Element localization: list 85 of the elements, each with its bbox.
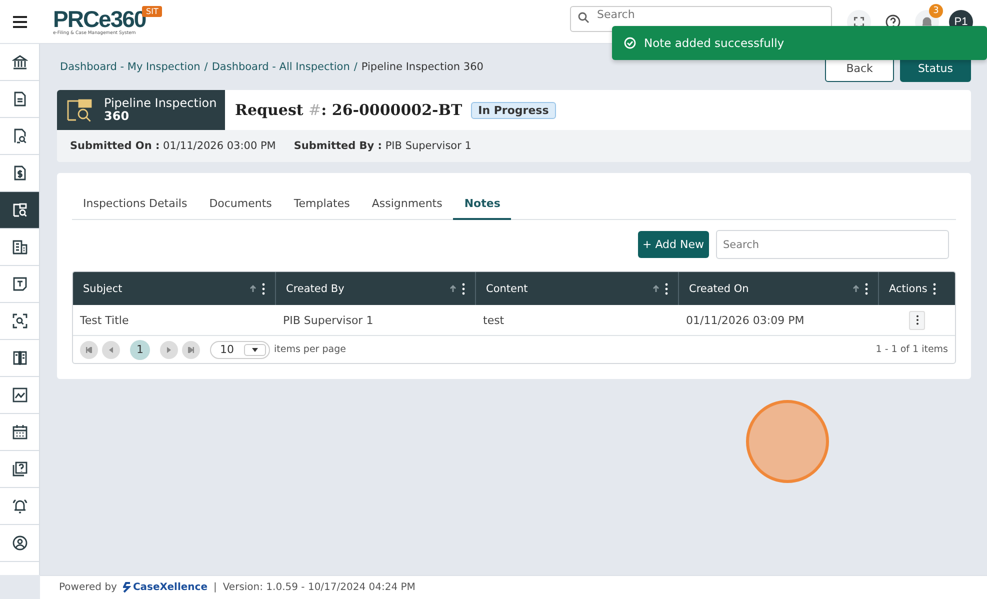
chart-icon — [12, 387, 28, 403]
column-header[interactable]: Created On — [679, 272, 879, 305]
tab[interactable]: Inspections Details — [72, 189, 198, 220]
next-page-icon — [167, 346, 171, 352]
request-title: Request #: 26-0000002-BT — [235, 101, 462, 119]
building-icon — [12, 239, 28, 255]
sort-arrow-icon — [250, 285, 256, 292]
submitted-info: Submitted By : PIB Supervisor 1 — [294, 140, 472, 152]
table-cell-text: PIB Supervisor 1 — [282, 312, 374, 328]
breadcrumb-separator: / — [354, 61, 358, 73]
menu-icon — [13, 16, 27, 28]
column-label: Content — [486, 282, 529, 294]
pagination-summary: 1 - 1 of 1 items — [876, 344, 948, 355]
bank-icon — [12, 54, 28, 70]
powered-by-label: Powered by — [59, 582, 117, 593]
add-new-button[interactable]: + Add New — [638, 231, 709, 258]
column-menu-icon — [665, 282, 668, 294]
sort-arrow-icon — [450, 285, 456, 292]
column-label: Created By — [286, 282, 346, 294]
environment-badge: SIT — [142, 6, 162, 16]
sort-arrow-icon — [653, 285, 659, 292]
submitted-info: Submitted On : 01/11/2026 03:00 PM — [70, 140, 276, 152]
alarm-bell-icon — [12, 498, 28, 514]
status-badge: In Progress — [471, 102, 556, 118]
bell-icon — [921, 16, 933, 28]
fullscreen-icon — [854, 16, 864, 26]
scan-icon — [12, 313, 28, 329]
breadcrumb-link[interactable]: Dashboard - All Inspection — [212, 61, 350, 73]
inspection-icon — [66, 98, 94, 122]
more-icon — [916, 315, 918, 325]
column-menu-icon — [865, 282, 868, 294]
tab[interactable]: Documents — [198, 189, 283, 220]
column-header[interactable]: Created By — [276, 272, 476, 305]
tab[interactable]: Notes — [453, 189, 512, 220]
page-button[interactable]: 1 — [130, 340, 150, 360]
module-title: Pipeline Inspection 360 — [104, 97, 217, 123]
document-dollar-icon — [12, 165, 28, 181]
footer-separator: | — [213, 582, 217, 593]
first-page-icon — [86, 346, 92, 352]
sidebar-item[interactable] — [0, 192, 39, 229]
tab[interactable]: Templates — [282, 189, 361, 220]
tab[interactable]: Assignments — [360, 189, 454, 220]
breadcrumb-current: Pipeline Inspection 360 — [361, 61, 484, 73]
page-size-dropdown[interactable]: 10 — [210, 340, 270, 358]
text-box-icon — [12, 276, 28, 292]
user-icon — [12, 535, 28, 551]
column-header[interactable]: Subject — [73, 272, 276, 305]
column-menu-icon — [262, 282, 265, 294]
previous-page-icon — [109, 346, 113, 352]
table-cell-text: Test Title — [79, 312, 130, 328]
column-label: Subject — [83, 282, 124, 294]
column-label: Created On — [689, 282, 750, 294]
page-size-label: items per page — [274, 344, 346, 355]
breadcrumb-link[interactable]: Dashboard - My Inspection — [60, 61, 200, 73]
column-label: Actions — [889, 282, 928, 294]
last-page-button[interactable] — [182, 340, 200, 358]
sort-arrow-icon — [853, 285, 859, 292]
brand-logo: CaseXellence — [122, 582, 208, 593]
column-header[interactable]: Content — [476, 272, 679, 305]
book-icon — [12, 350, 28, 366]
first-page-button[interactable] — [80, 340, 98, 358]
notification-count: 3 — [929, 4, 943, 18]
next-page-button[interactable] — [160, 340, 178, 358]
brand-mark-icon — [122, 582, 131, 593]
column-header[interactable]: Actions — [879, 272, 955, 305]
version-label: Version: 1.0.59 - 10/17/2024 04:24 PM — [222, 582, 416, 593]
last-page-icon — [188, 346, 194, 352]
breadcrumb-separator: / — [204, 61, 208, 73]
search-field[interactable]: Search — [716, 230, 949, 259]
table-cell-text: 01/11/2026 03:09 PM — [685, 312, 806, 328]
column-menu-icon — [462, 282, 465, 294]
caret-down-icon — [252, 348, 258, 352]
inspection-icon — [12, 202, 28, 218]
check-circle-icon — [624, 37, 636, 49]
help-cards-icon — [12, 461, 28, 477]
page-size-value: 10 — [220, 343, 234, 356]
search-icon — [578, 12, 589, 22]
row-actions-button[interactable] — [909, 310, 925, 330]
column-menu-icon — [933, 282, 936, 294]
previous-page-button[interactable] — [102, 340, 120, 358]
table-cell-text: test — [482, 312, 506, 328]
document-icon — [12, 91, 28, 107]
toast-message: Note added successfully — [644, 36, 784, 50]
calendar-icon — [12, 424, 28, 440]
document-search-icon — [12, 128, 28, 144]
